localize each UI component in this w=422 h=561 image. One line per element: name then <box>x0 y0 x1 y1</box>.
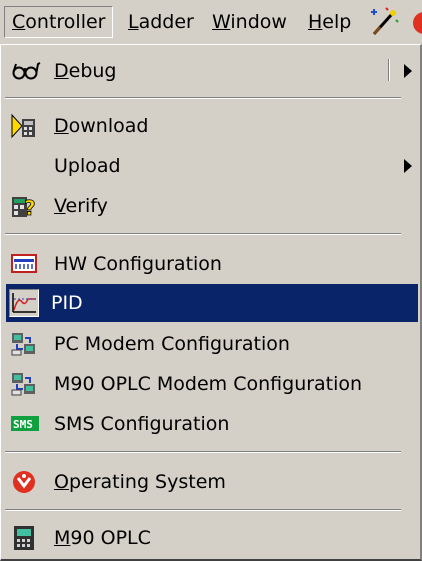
controller-dropdown-menu: Debug Download Upload ? Verify HW Config… <box>0 44 422 561</box>
menu-controller[interactable]: Controller <box>4 6 114 38</box>
menu-item-verify-label: Verify <box>54 187 108 225</box>
sms-icon: SMS <box>11 411 39 437</box>
unitronics-logo-icon[interactable] <box>410 6 422 43</box>
modem-icon <box>11 331 37 357</box>
menu-separator <box>5 509 401 511</box>
menu-item-pid[interactable]: PID <box>6 284 418 322</box>
menu-bar: Controller Ladder Window Help <box>0 0 422 44</box>
menu-item-operating-system-label: Operating System <box>54 463 226 501</box>
m90-oplc-mnemonic: M <box>54 527 71 549</box>
menu-item-m90-oplc-modem-configuration[interactable]: M90 OPLC Modem Configuration <box>6 365 418 403</box>
menu-item-upload[interactable]: Upload <box>6 147 418 185</box>
menu-item-pc-modem-configuration-label: PC Modem Configuration <box>54 333 290 355</box>
menu-item-upload-label: Upload <box>54 155 121 177</box>
menu-help[interactable]: Help <box>301 6 358 38</box>
menu-item-pc-modem-configuration[interactable]: PC Modem Configuration <box>6 325 418 363</box>
svg-text:SMS: SMS <box>13 418 33 431</box>
menu-item-sms-configuration[interactable]: SMS SMS Configuration <box>6 405 418 443</box>
menu-separator <box>5 97 401 99</box>
pid-graph-icon <box>9 289 39 317</box>
modem-icon <box>11 371 37 397</box>
menu-item-download[interactable]: Download <box>6 107 418 145</box>
m90-oplc-label-rest: 90 OPLC <box>70 527 151 549</box>
menu-item-download-label: Download <box>54 107 148 145</box>
submenu-arrow-icon <box>404 159 412 173</box>
operating-system-mnemonic: O <box>54 471 69 493</box>
download-icon <box>11 113 37 139</box>
menu-item-debug-label: Debug <box>54 52 117 90</box>
menu-help-label: elp <box>322 11 352 33</box>
menu-item-m90-oplc-label: M90 OPLC <box>54 519 151 557</box>
menu-item-hw-configuration-label: HW Configuration <box>54 253 222 275</box>
download-label-rest: ownload <box>68 115 149 137</box>
menu-window[interactable]: Window <box>205 6 294 38</box>
menu-item-operating-system[interactable]: Operating System <box>6 463 418 501</box>
menu-item-debug[interactable]: Debug <box>6 52 418 90</box>
magic-wand-icon[interactable] <box>366 6 400 43</box>
verify-mnemonic: V <box>54 195 66 217</box>
menu-ladder-mnemonic: L <box>128 11 139 33</box>
menu-item-m90-oplc[interactable]: M90 OPLC <box>6 519 418 557</box>
svg-text:?: ? <box>24 196 36 219</box>
plc-device-icon <box>11 525 37 551</box>
menu-window-label: indow <box>230 11 287 33</box>
menu-item-m90-oplc-modem-configuration-label: M90 OPLC Modem Configuration <box>54 373 363 395</box>
menu-ladder-label: adder <box>138 11 194 33</box>
menu-controller-label: ontroller <box>25 11 106 33</box>
menu-item-verify[interactable]: ? Verify <box>6 187 418 225</box>
menu-separator <box>5 233 401 235</box>
menu-controller-mnemonic: C <box>12 11 26 33</box>
menu-ladder[interactable]: Ladder <box>121 6 201 38</box>
glasses-icon <box>11 58 41 84</box>
menu-item-pid-label: PID <box>51 292 83 314</box>
operating-system-label-rest: perating System <box>68 471 226 493</box>
unitronics-logo-icon <box>11 469 37 495</box>
debug-label-rest: ebug <box>68 60 117 82</box>
hw-config-icon <box>11 251 37 277</box>
menu-separator <box>5 451 401 453</box>
verify-icon: ? <box>11 193 37 220</box>
verify-label-rest: erify <box>65 195 108 217</box>
submenu-arrow-icon <box>404 64 412 78</box>
submenu-divider <box>388 59 390 81</box>
menu-window-mnemonic: W <box>212 11 231 33</box>
debug-mnemonic: D <box>54 60 69 82</box>
menu-item-hw-configuration[interactable]: HW Configuration <box>6 245 418 283</box>
menu-item-sms-configuration-label: SMS Configuration <box>54 413 230 435</box>
download-mnemonic: D <box>54 115 69 137</box>
menu-help-mnemonic: H <box>308 11 323 33</box>
